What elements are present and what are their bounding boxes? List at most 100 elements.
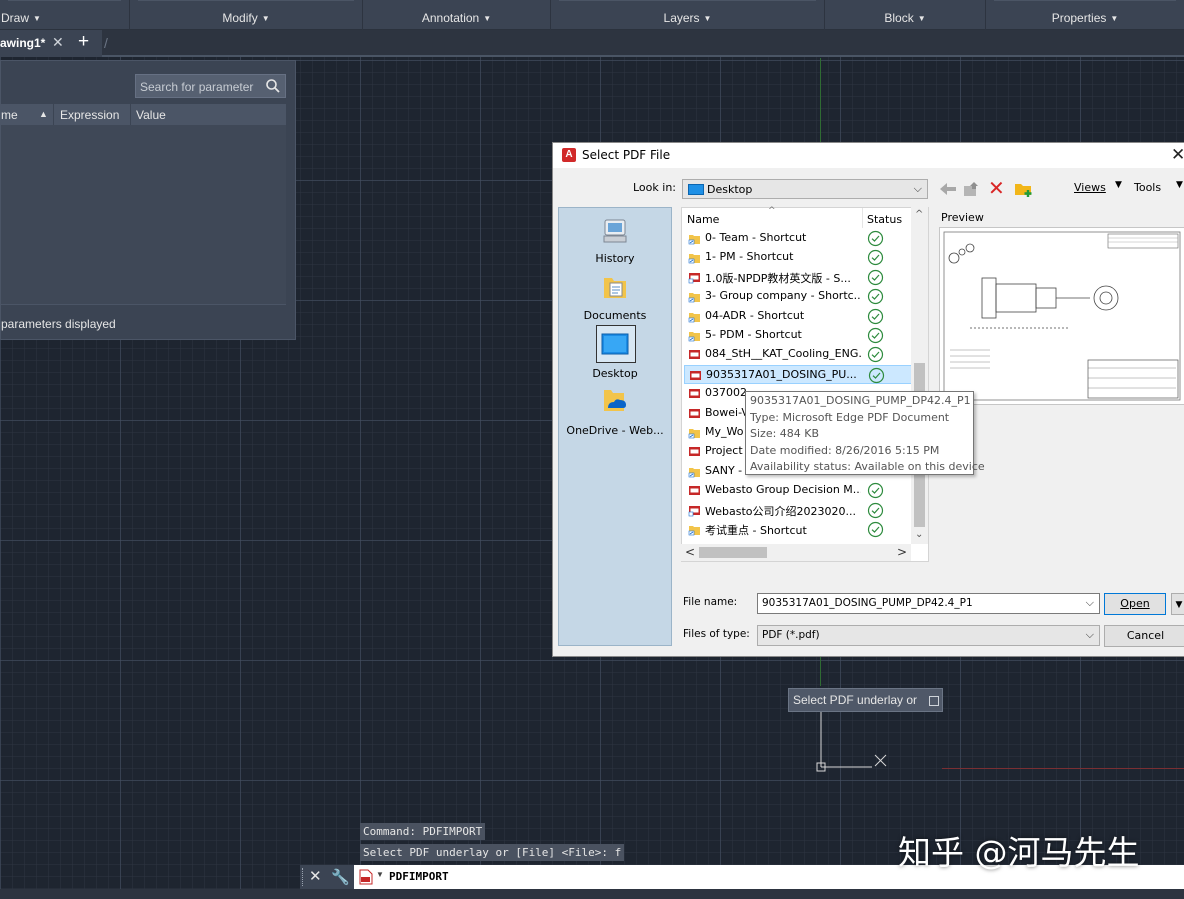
history-icon[interactable] [600, 216, 630, 246]
file-name: 考试重点 - Shortcut [705, 524, 807, 537]
ribbon-panel-annotation[interactable]: Annotation ▼ [363, 0, 551, 30]
available-status-icon [867, 269, 884, 285]
back-arrow-icon[interactable] [938, 180, 958, 198]
file-list-item[interactable]: 3- Group company - Shortc... [684, 287, 914, 306]
parameter-table-body[interactable] [1, 125, 286, 305]
ribbon-panel-modify[interactable]: Modify ▼ [130, 0, 363, 30]
dynamic-input-text: Select PDF underlay or [793, 693, 918, 707]
parameters-manager-palette: Search for parameter me ▲ Expression Val… [0, 60, 296, 340]
views-menu-button[interactable]: Views [1074, 181, 1106, 194]
scroll-up-icon[interactable]: ^ [915, 209, 923, 220]
new-folder-icon[interactable] [1014, 180, 1034, 198]
chevron-down-icon[interactable]: ⌵ [1086, 596, 1094, 610]
options-down-icon[interactable] [929, 696, 939, 706]
onedrive-icon[interactable] [600, 386, 630, 416]
available-status-icon [867, 521, 884, 538]
tooltip-availability: Availability status: Available on this d… [750, 460, 985, 473]
file-name: 0- Team - Shortcut [705, 231, 807, 244]
scrollbar-thumb[interactable] [699, 547, 767, 558]
place-documents[interactable]: Documents [559, 309, 671, 322]
chevron-down-icon[interactable]: ▼ [1115, 180, 1122, 190]
file-list-item[interactable]: 1.0版-NPDP教材英文版 - S... [684, 268, 914, 287]
scroll-down-icon[interactable]: ⌄ [915, 529, 923, 540]
search-icon[interactable] [265, 78, 281, 94]
file-list-item[interactable]: 04-ADR - Shortcut [684, 307, 914, 326]
place-history[interactable]: History [559, 252, 671, 265]
ribbon-panel-annotation-label[interactable]: Annotation ▼ [363, 11, 550, 25]
column-header-name[interactable]: me [1, 108, 18, 122]
file-name: Webasto公司介绍2023020... [705, 504, 856, 518]
file-name-label: File name: [683, 596, 738, 608]
places-sidebar: History Documents Desktop OneDrive - Web… [558, 207, 672, 646]
pdf-command-icon[interactable] [359, 869, 373, 885]
tooltip-type: Type: Microsoft Edge PDF Document [750, 410, 950, 424]
file-name-input[interactable]: 9035317A01_DOSING_PUMP_DP42.4_P1 ⌵ [757, 593, 1100, 614]
wrench-icon[interactable]: 🔧 [331, 868, 350, 886]
file-list-item[interactable]: 1- PM - Shortcut [684, 248, 914, 267]
files-of-type-value: PDF (*.pdf) [762, 629, 820, 641]
files-of-type-dropdown[interactable]: PDF (*.pdf) ⌵ [757, 625, 1100, 646]
look-in-dropdown[interactable]: Desktop ⌵ [682, 179, 928, 199]
ribbon-label-text: Block [884, 11, 914, 25]
dialog-title-bar[interactable]: A Select PDF File ✕ [553, 143, 1184, 168]
file-list-vertical-scrollbar[interactable]: ^ ⌄ [911, 207, 928, 544]
ribbon-panel-block[interactable]: Block ▼ [825, 0, 986, 30]
ribbon-panel-layers-label[interactable]: Layers ▼ [551, 11, 824, 25]
column-divider [53, 104, 54, 125]
chevron-down-icon[interactable]: ▼ [376, 870, 384, 879]
ribbon-panel-block-label[interactable]: Block ▼ [825, 11, 985, 25]
close-icon[interactable]: ✕ [52, 34, 64, 51]
search-input[interactable]: Search for parameter [140, 80, 253, 94]
file-list-item[interactable]: 考试重点 - Shortcut [684, 520, 914, 539]
pdf-file-icon [689, 389, 700, 399]
cancel-button[interactable]: Cancel [1104, 625, 1184, 647]
status-bar [0, 889, 1184, 899]
scroll-left-icon[interactable]: < [685, 545, 695, 559]
autocad-app-icon: A [562, 148, 576, 162]
documents-icon[interactable] [600, 272, 630, 302]
delete-icon[interactable]: ✕ [988, 176, 1005, 200]
up-one-level-icon[interactable] [962, 180, 980, 198]
command-input[interactable]: PDFIMPORT [389, 870, 449, 883]
parameter-search-field[interactable]: Search for parameter [135, 74, 286, 98]
drag-handle[interactable] [302, 868, 304, 886]
desktop-icon[interactable] [600, 330, 630, 360]
scroll-right-icon[interactable]: > [897, 545, 907, 559]
open-button[interactable]: Open [1104, 593, 1166, 615]
place-desktop[interactable]: Desktop [559, 367, 671, 380]
file-list-item[interactable]: Webasto公司介绍2023020... [684, 501, 914, 520]
file-list[interactable]: Name ^ Status 0- Team - Shortcut 1- PM - … [681, 206, 929, 562]
file-list-item[interactable]: 0- Team - Shortcut [684, 229, 914, 248]
file-name: 1.0版-NPDP教材英文版 - S... [705, 271, 851, 285]
new-tab-button[interactable]: + [78, 31, 89, 53]
file-name: 04-ADR - Shortcut [705, 308, 805, 322]
file-list-item[interactable]: 5- PDM - Shortcut [684, 326, 914, 345]
column-header-status[interactable]: Status [867, 213, 902, 226]
available-status-icon [867, 289, 884, 305]
close-icon[interactable]: ✕ [1171, 145, 1184, 165]
pdf-shortcut-icon [688, 272, 700, 284]
shortcut-icon [688, 312, 700, 322]
column-header-expression[interactable]: Expression [60, 108, 119, 122]
available-status-icon [867, 308, 884, 324]
file-list-item[interactable]: 9035317A01_DOSING_PU... [684, 364, 914, 384]
file-name: 5- PDM - Shortcut [705, 328, 802, 341]
ribbon-panel-modify-label[interactable]: Modify ▼ [130, 11, 362, 25]
column-header-name[interactable]: Name [687, 213, 719, 226]
ribbon-panel-properties-label[interactable]: Properties ▼ [986, 11, 1184, 25]
ribbon-panel-properties[interactable]: Properties ▼ [986, 0, 1184, 30]
place-onedrive[interactable]: OneDrive - Web... [559, 424, 671, 437]
chevron-down-icon[interactable]: ⌵ [1086, 628, 1094, 642]
open-options-dropdown[interactable]: ▼ [1171, 593, 1184, 615]
chevron-down-icon[interactable]: ▼ [1176, 180, 1183, 190]
tools-menu-button[interactable]: Tools [1134, 181, 1161, 194]
ribbon-panel-layers[interactable]: Layers ▼ [551, 0, 825, 30]
close-icon[interactable]: ✕ [309, 867, 322, 885]
ribbon-panel-draw-label[interactable]: Draw ▼ [0, 11, 129, 25]
file-list-item[interactable]: 084_StH__KAT_Cooling_ENG... [684, 345, 914, 364]
file-list-item[interactable]: Webasto Group Decision M... [684, 481, 914, 500]
file-list-horizontal-scrollbar[interactable]: < > [681, 544, 911, 561]
pdf-shortcut-icon [688, 505, 700, 516]
column-header-value[interactable]: Value [136, 108, 166, 122]
ribbon-panel-draw[interactable]: Draw ▼ [0, 0, 130, 30]
